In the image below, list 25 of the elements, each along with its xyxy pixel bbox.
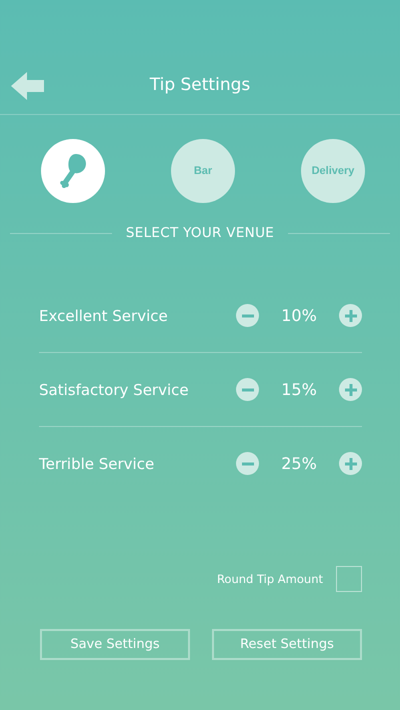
back-arrow-icon[interactable] bbox=[11, 72, 44, 100]
round-tip-checkbox[interactable] bbox=[336, 566, 362, 592]
service-label: Satisfactory Service bbox=[39, 380, 190, 398]
screen-title: Tip Settings bbox=[150, 75, 250, 95]
venue-button[interactable]: Delivery bbox=[301, 139, 365, 203]
service-label: Terrible Service bbox=[39, 454, 156, 472]
venue-button[interactable]: Bar bbox=[171, 139, 235, 203]
tip-percentage: 15% bbox=[280, 380, 318, 399]
plus-icon bbox=[344, 458, 356, 470]
plus-button[interactable] bbox=[339, 304, 362, 327]
plus-button[interactable] bbox=[339, 452, 362, 475]
section-heading: SELECT YOUR VENUE bbox=[126, 225, 274, 241]
minus-button[interactable] bbox=[236, 304, 259, 327]
drumstick-icon bbox=[58, 152, 88, 190]
service-label: Excellent Service bbox=[39, 306, 169, 324]
plus-icon bbox=[344, 310, 356, 322]
minus-button[interactable] bbox=[236, 452, 259, 475]
plus-button[interactable] bbox=[339, 378, 362, 401]
round-tip-label: Round Tip Amount bbox=[216, 572, 323, 586]
plus-icon bbox=[344, 384, 356, 396]
settings-button[interactable]: Reset Settings bbox=[212, 629, 362, 660]
tip-percentage: 10% bbox=[280, 306, 318, 325]
settings-button[interactable]: Save Settings bbox=[40, 629, 190, 660]
tip-percentage: 25% bbox=[280, 454, 318, 473]
minus-button[interactable] bbox=[236, 378, 259, 401]
